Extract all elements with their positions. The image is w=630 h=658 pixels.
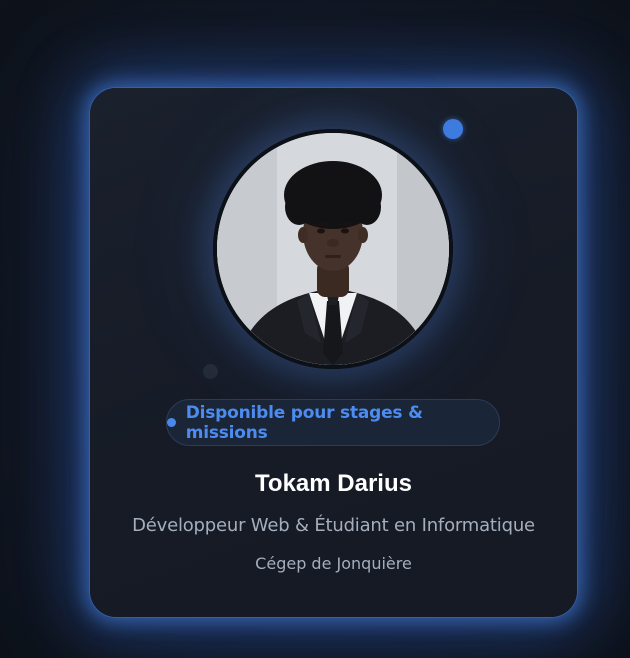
status-dot-icon: [167, 418, 176, 427]
page-background: Disponible pour stages & missions Tokam …: [0, 0, 630, 658]
availability-label: Disponible pour stages & missions: [185, 402, 423, 443]
avatar: [213, 129, 453, 369]
profile-photo-icon: [217, 133, 449, 365]
availability-badge: Disponible pour stages & missions: [166, 399, 500, 446]
accent-dot-decoration: [443, 119, 463, 139]
profile-school: Cégep de Jonquière: [255, 554, 412, 573]
profile-role: Développeur Web & Étudiant en Informatiq…: [132, 515, 535, 536]
faint-dot-decoration: [203, 364, 218, 379]
profile-name: Tokam Darius: [255, 470, 412, 497]
